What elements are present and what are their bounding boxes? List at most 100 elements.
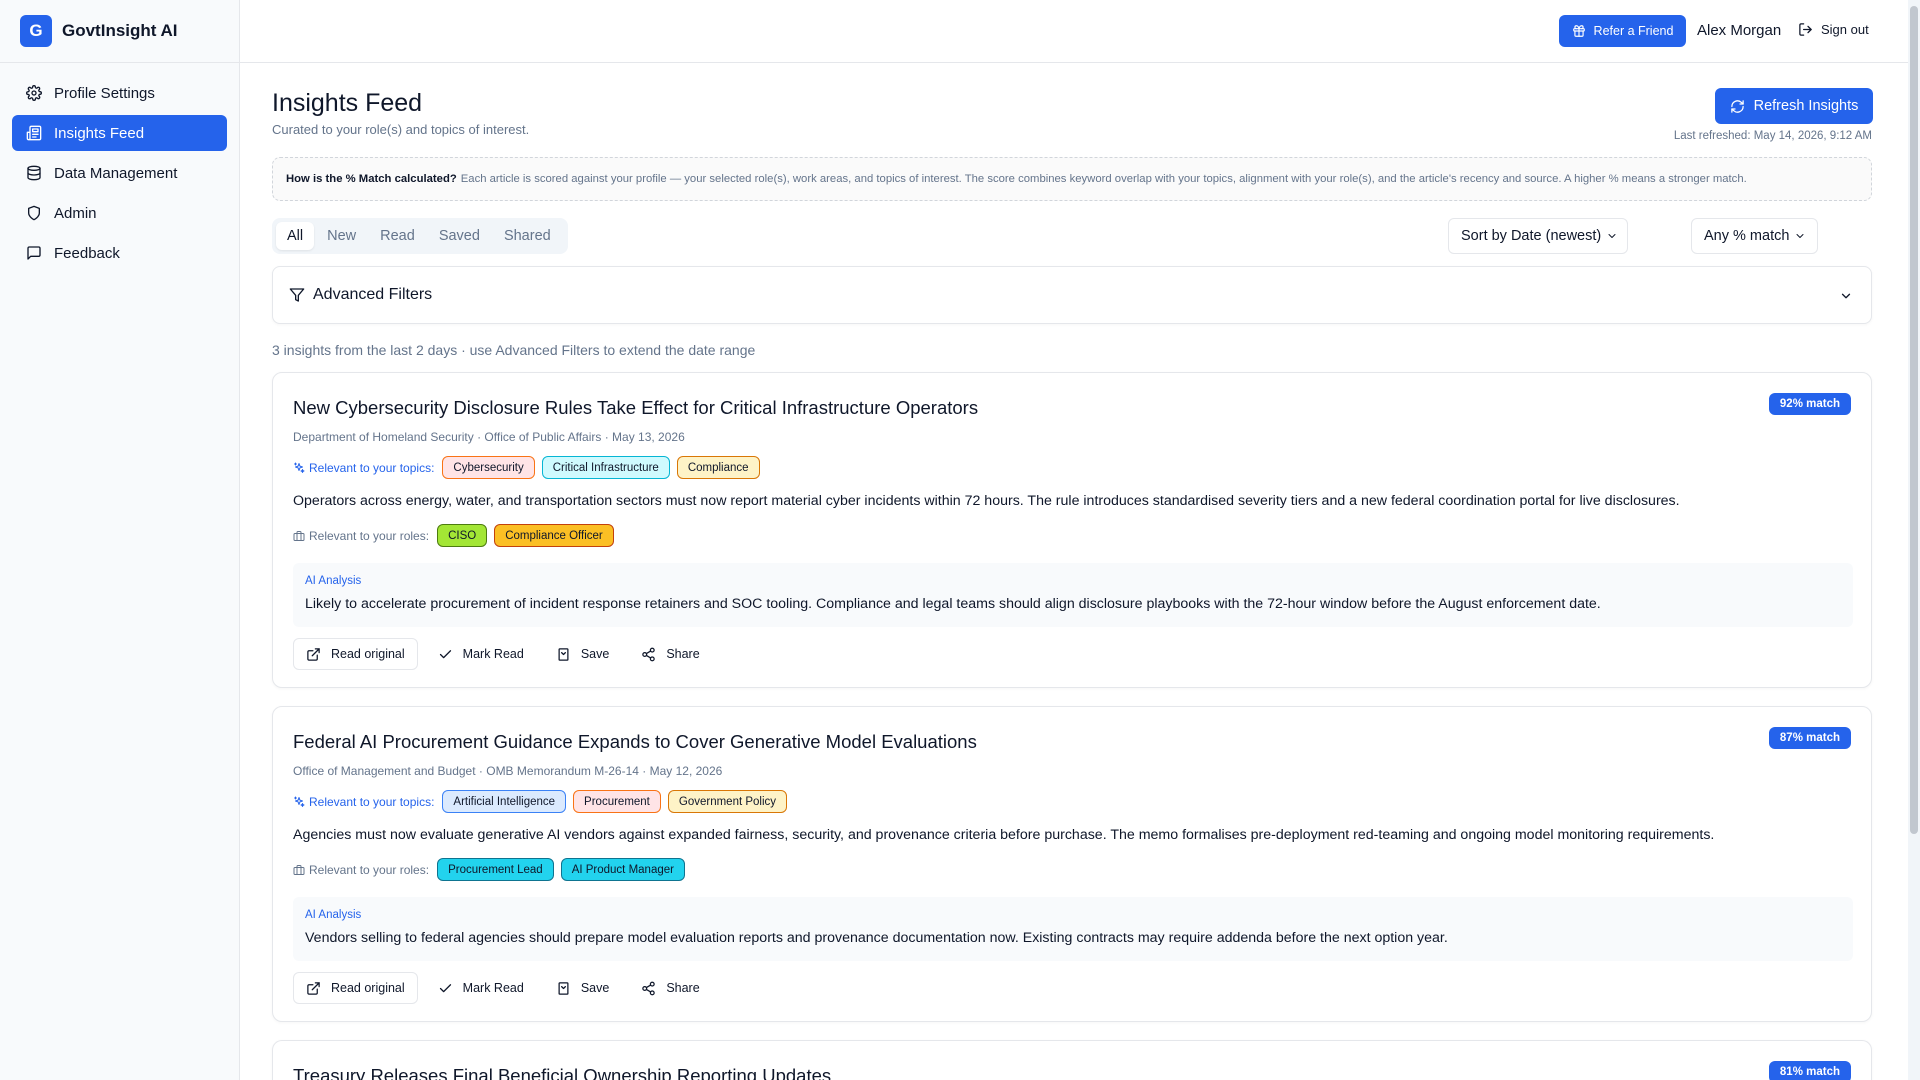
chevron-down-icon — [1608, 234, 1616, 238]
bookmark-icon — [558, 647, 569, 661]
scrollbar-thumb[interactable] — [1910, 6, 1918, 834]
save-label: Save — [580, 647, 610, 661]
sidebar-item-insights-feed[interactable]: Insights Feed — [12, 115, 227, 151]
page-scrollbar[interactable] — [1908, 0, 1920, 1080]
sidebar-nav: Profile Settings Insights Feed Data Mana… — [0, 63, 239, 287]
top-bar: Refer a Friend Alex Morgan Sign out — [240, 0, 1908, 63]
sparkles-icon — [294, 462, 305, 473]
insight-summary: Agencies must now evaluate generative AI… — [293, 827, 1715, 843]
check-icon — [439, 649, 451, 658]
briefcase-icon — [293, 530, 305, 541]
sparkles-icon — [294, 796, 305, 807]
match-filter-value: Any % match — [1704, 228, 1790, 244]
sidebar-item-label: Admin — [54, 204, 97, 222]
topic-tag: Critical Infrastructure — [541, 456, 670, 479]
insight-title[interactable]: Treasury Releases Final Beneficial Owner… — [293, 1065, 831, 1080]
insight-summary: Operators across energy, water, and tran… — [293, 493, 1680, 509]
mark-read-button[interactable]: Mark Read — [426, 638, 536, 670]
ai-analysis-text: Likely to accelerate procurement of inci… — [305, 596, 1601, 612]
match-filter-select[interactable]: Any % match — [1691, 218, 1818, 254]
user-name: Alex Morgan — [1697, 22, 1782, 39]
refer-a-friend-button[interactable]: Refer a Friend — [1559, 15, 1686, 47]
insight-card: New Cybersecurity Disclosure Rules Take … — [272, 372, 1872, 688]
chevron-down-icon — [1796, 234, 1804, 238]
sidebar-item-admin[interactable]: Admin — [12, 195, 227, 231]
mark-read-label: Mark Read — [462, 647, 524, 661]
match-explanation-text: Each article is scored against your prof… — [460, 173, 1747, 185]
read-original-button[interactable]: Read original — [293, 638, 418, 670]
sidebar-item-label: Feedback — [54, 244, 120, 262]
refresh-icon — [1730, 99, 1744, 113]
match-badge: 81% match — [1768, 1061, 1851, 1080]
ai-analysis-label: AI Analysis — [305, 909, 362, 921]
refer-button-label: Refer a Friend — [1593, 24, 1674, 38]
feed-tabs: All New Read Saved Shared — [272, 218, 568, 254]
ai-analysis-box: AI Analysis Vendors selling to federal a… — [293, 897, 1853, 961]
save-button[interactable]: Save — [544, 638, 622, 670]
sidebar-item-label: Profile Settings — [54, 84, 155, 102]
tab-new[interactable]: New — [316, 222, 367, 250]
roles-label-text: Relevant to your roles: — [309, 862, 430, 877]
sign-out-label: Sign out — [1821, 22, 1869, 37]
topic-tag: Government Policy — [667, 790, 788, 813]
sidebar-item-data-management[interactable]: Data Management — [12, 155, 227, 191]
sort-select-value: Sort by Date (newest) — [1461, 228, 1602, 244]
share-label: Share — [666, 647, 700, 661]
topics-label: Relevant to your topics: — [293, 461, 434, 475]
tab-read[interactable]: Read — [369, 222, 426, 250]
read-original-button[interactable]: Read original — [293, 972, 418, 1004]
insight-actions: Read original Mark Read Save Share — [293, 638, 720, 670]
advanced-filters-label: Advanced Filters — [313, 286, 433, 303]
role-tag: AI Product Manager — [560, 858, 685, 881]
topics-label-text: Relevant to your topics: — [309, 794, 435, 809]
sidebar-item-feedback[interactable]: Feedback — [12, 235, 227, 271]
mark-read-label: Mark Read — [462, 981, 524, 995]
last-refreshed-timestamp: Last refreshed: May 14, 2026, 9:12 AM — [1673, 130, 1872, 142]
brand[interactable]: G GovtInsight AI — [0, 0, 239, 63]
save-button[interactable]: Save — [544, 972, 622, 1004]
insight-actions: Read original Mark Read Save Share — [293, 972, 720, 1004]
topics-row: Relevant to your topics: Artificial Inte… — [293, 790, 794, 813]
share-icon — [642, 647, 656, 661]
insight-card: Treasury Releases Final Beneficial Owner… — [272, 1040, 1872, 1080]
topic-tag: Cybersecurity — [442, 456, 535, 479]
message-icon — [27, 246, 41, 260]
role-tag: Procurement Lead — [437, 858, 554, 881]
read-original-label: Read original — [331, 981, 405, 995]
topic-tag: Compliance — [676, 456, 760, 479]
ai-analysis-box: AI Analysis Likely to accelerate procure… — [293, 563, 1853, 627]
ai-analysis-label: AI Analysis — [305, 575, 362, 587]
advanced-filters-toggle[interactable]: Advanced Filters — [272, 266, 1872, 324]
read-original-label: Read original — [331, 647, 405, 661]
share-button[interactable]: Share — [629, 638, 711, 670]
match-explanation-question: How is the % Match calculated? — [286, 173, 457, 185]
filter-icon — [289, 288, 305, 302]
sidebar-item-profile-settings[interactable]: Profile Settings — [12, 75, 227, 111]
share-button[interactable]: Share — [629, 972, 711, 1004]
external-link-icon — [307, 647, 320, 661]
newspaper-icon — [26, 125, 42, 141]
role-tag: CISO — [437, 524, 488, 547]
bookmark-icon — [558, 981, 569, 995]
check-icon — [439, 983, 451, 992]
external-link-icon — [307, 981, 320, 995]
refresh-button-label: Refresh Insights — [1753, 98, 1859, 114]
share-label: Share — [666, 981, 700, 995]
sort-select[interactable]: Sort by Date (newest) — [1448, 218, 1628, 254]
insight-title[interactable]: New Cybersecurity Disclosure Rules Take … — [293, 397, 978, 419]
match-badge: 92% match — [1768, 393, 1851, 415]
tab-saved[interactable]: Saved — [428, 222, 491, 250]
tab-all[interactable]: All — [276, 222, 315, 250]
ai-analysis-text: Vendors selling to federal agencies shou… — [305, 930, 1448, 946]
sign-out-button[interactable]: Sign out — [1798, 22, 1869, 37]
tab-shared[interactable]: Shared — [493, 222, 562, 250]
refresh-insights-button[interactable]: Refresh Insights — [1715, 88, 1873, 124]
roles-row: Relevant to your roles: CISO Compliance … — [293, 524, 621, 547]
insights-count: 3 insights from the last 2 days · use Ad… — [272, 342, 756, 358]
chevron-down-icon — [1841, 293, 1851, 299]
topics-label: Relevant to your topics: — [293, 795, 434, 809]
roles-row: Relevant to your roles: Procurement Lead… — [293, 858, 692, 881]
brand-logo: G — [20, 15, 52, 47]
insight-title[interactable]: Federal AI Procurement Guidance Expands … — [293, 731, 977, 753]
mark-read-button[interactable]: Mark Read — [426, 972, 536, 1004]
